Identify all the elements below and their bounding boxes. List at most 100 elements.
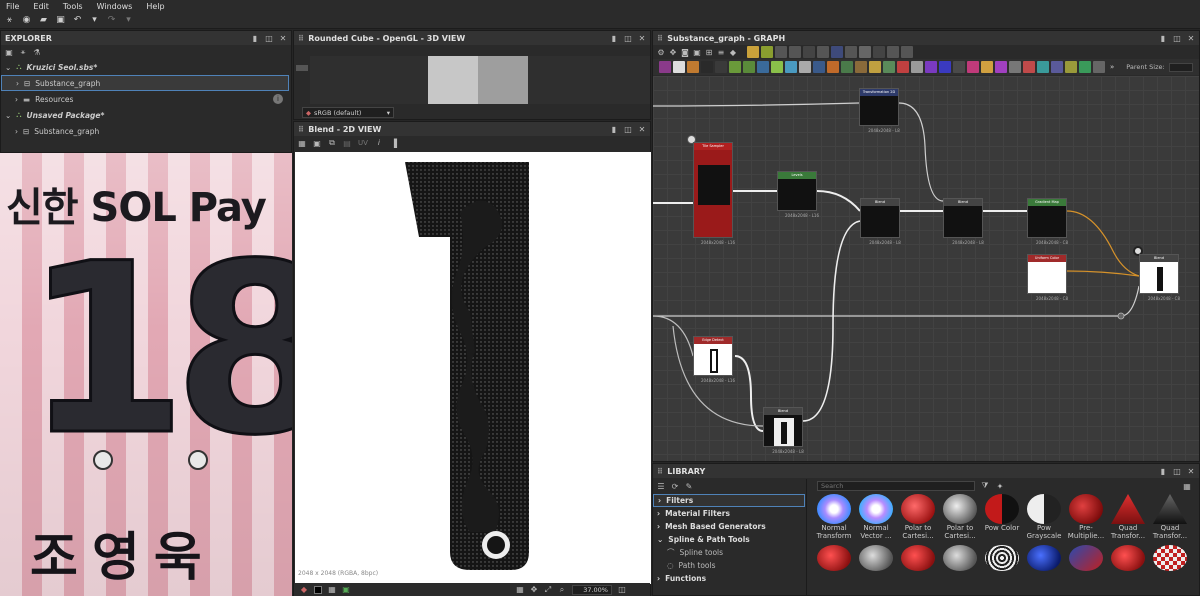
atomic-icon[interactable]: [775, 46, 787, 58]
filter-icon[interactable]: [715, 61, 727, 73]
clean-icon[interactable]: ⚗: [33, 48, 41, 57]
close-icon[interactable]: ✕: [1187, 467, 1195, 476]
viewport-2d[interactable]: [295, 152, 651, 584]
node-blend-2[interactable]: Blend 2048x2048 - L8: [943, 198, 984, 245]
crosshair-icon[interactable]: ✥: [530, 585, 538, 594]
fit-icon[interactable]: ▦: [298, 139, 306, 148]
reset-zoom-icon[interactable]: ◫: [618, 585, 626, 594]
maximize-icon[interactable]: ◫: [265, 34, 273, 43]
filter-icon[interactable]: [813, 61, 825, 73]
filter-icon[interactable]: [1023, 61, 1035, 73]
copy-icon[interactable]: ⧉: [328, 138, 336, 147]
edit-icon[interactable]: ✎: [685, 482, 693, 491]
node-transform-2d[interactable]: Transformation 2D 2048x2048 - L8: [859, 88, 900, 133]
filter-icon[interactable]: [1037, 61, 1049, 73]
library-subcategory-path-tools[interactable]: ◌ Path tools: [653, 559, 805, 572]
new-package-icon[interactable]: ◉: [21, 15, 32, 26]
list-view-icon[interactable]: ☰: [657, 482, 665, 491]
pin-icon[interactable]: ◆: [729, 48, 737, 57]
zoom-icon[interactable]: ⌕: [558, 585, 566, 594]
menu-tools[interactable]: Tools: [63, 2, 83, 11]
menu-help[interactable]: Help: [146, 2, 164, 11]
info-icon[interactable]: i: [273, 94, 283, 104]
info-icon[interactable]: 𝑖: [375, 138, 383, 147]
new-graph-icon[interactable]: ⚹: [4, 15, 15, 26]
library-subcategory-spline-tools[interactable]: ⌒ Spline tools: [653, 546, 805, 559]
filter-icon[interactable]: [911, 61, 923, 73]
chevron-right-icon[interactable]: ›: [15, 127, 18, 136]
move-icon[interactable]: ✥: [669, 48, 677, 57]
node-blend-output[interactable]: Blend 2048x2048 - C8: [1139, 254, 1180, 301]
filter-icon[interactable]: [855, 61, 867, 73]
maximize-icon[interactable]: ◫: [624, 34, 632, 43]
grid-handle-icon[interactable]: ⠿: [298, 34, 304, 43]
graph-canvas[interactable]: Transformation 2D 2048x2048 - L8 Tile Sa…: [653, 76, 1199, 461]
chevron-down-icon[interactable]: ⌄: [5, 63, 11, 72]
atomic-icon[interactable]: [747, 46, 759, 58]
library-item-thumb[interactable]: [1065, 545, 1107, 571]
grid-handle-icon[interactable]: ⠿: [657, 467, 663, 476]
atomic-icon[interactable]: [901, 46, 913, 58]
library-item-thumb[interactable]: [855, 545, 897, 571]
open-icon[interactable]: ▰: [38, 15, 49, 26]
bg-black-swatch[interactable]: [314, 585, 322, 594]
menu-file[interactable]: File: [6, 2, 19, 11]
pin-icon[interactable]: ▮: [1159, 467, 1167, 476]
library-item-thumb[interactable]: [1107, 545, 1149, 571]
filter-icon[interactable]: [757, 61, 769, 73]
save-icon[interactable]: ▣: [313, 139, 321, 148]
atomic-icon[interactable]: [803, 46, 815, 58]
library-item-thumb[interactable]: [897, 545, 939, 571]
node-uniform-color[interactable]: Uniform Color 2048x2048 - C8: [1027, 254, 1068, 301]
library-item-polar-cartesian-1[interactable]: Polar to Cartesi...: [897, 494, 939, 540]
channels-icon[interactable]: ▤: [343, 139, 351, 148]
new-icon[interactable]: ⚹: [19, 47, 27, 56]
filter-icon[interactable]: [925, 61, 937, 73]
filter-icon[interactable]: [701, 61, 713, 73]
node-blend-3[interactable]: Blend 2048x2048 - L8: [763, 407, 804, 454]
library-category-mesh-generators[interactable]: › Mesh Based Generators: [653, 520, 805, 533]
pin-icon[interactable]: ▮: [251, 34, 259, 43]
library-item-thumb[interactable]: [1023, 545, 1065, 571]
camera-icon[interactable]: ◙: [681, 48, 689, 57]
close-icon[interactable]: ✕: [1187, 34, 1195, 43]
filter-icon[interactable]: [743, 61, 755, 73]
atomic-icon[interactable]: [831, 46, 843, 58]
filter-icon[interactable]: [1079, 61, 1091, 73]
filter-icon[interactable]: [883, 61, 895, 73]
chevron-right-icon[interactable]: »: [1110, 63, 1114, 71]
library-category-filters[interactable]: › Filters: [653, 494, 805, 507]
chevron-down-icon[interactable]: ⌄: [5, 111, 11, 120]
library-category-functions[interactable]: › Functions: [653, 572, 805, 585]
tree-package-1[interactable]: ⌄ ⛬ Kruzici Seol.sbs*: [1, 59, 291, 75]
library-item-thumb[interactable]: [1149, 545, 1191, 571]
filter-icon[interactable]: [1051, 61, 1063, 73]
tree-graph-2[interactable]: › ⊟ Substance_graph: [1, 123, 291, 139]
maximize-icon[interactable]: ◫: [624, 125, 632, 134]
filter-icon[interactable]: [897, 61, 909, 73]
node-blend-1[interactable]: Blend 2048x2048 - L8: [860, 198, 901, 245]
filter-icon[interactable]: [729, 61, 741, 73]
library-category-spline-path[interactable]: ⌄ Spline & Path Tools: [653, 533, 805, 546]
atomic-icon[interactable]: [873, 46, 885, 58]
filter-icon[interactable]: [827, 61, 839, 73]
library-item-pre-multiplied[interactable]: Pre- Multiplie...: [1065, 494, 1107, 540]
atomic-icon[interactable]: [817, 46, 829, 58]
grid-handle-icon[interactable]: ⠿: [298, 125, 304, 134]
library-item-thumb[interactable]: [939, 545, 981, 571]
grid-icon[interactable]: ▦: [328, 585, 336, 594]
fit-icon[interactable]: ⤢: [544, 585, 552, 594]
chevron-down-icon[interactable]: ▾: [123, 15, 134, 26]
library-item-thumb[interactable]: [981, 545, 1023, 571]
tree-package-2[interactable]: ⌄ ⛬ Unsaved Package*: [1, 107, 291, 123]
node-tile-sampler[interactable]: Tile Sampler 2048x2048 - L16: [693, 142, 735, 245]
filter-icon[interactable]: [953, 61, 965, 73]
redo-icon[interactable]: ↷: [106, 15, 117, 26]
filter-icon[interactable]: [939, 61, 951, 73]
tiling-icon[interactable]: ▦: [516, 585, 524, 594]
comment-icon[interactable]: ≡: [717, 48, 725, 57]
node-gradient-map[interactable]: Gradient Map 2048x2048 - C8: [1027, 198, 1068, 245]
filter-icon[interactable]: [1093, 61, 1105, 73]
viewport-3d[interactable]: [310, 56, 650, 104]
chevron-down-icon[interactable]: ▾: [89, 15, 100, 26]
